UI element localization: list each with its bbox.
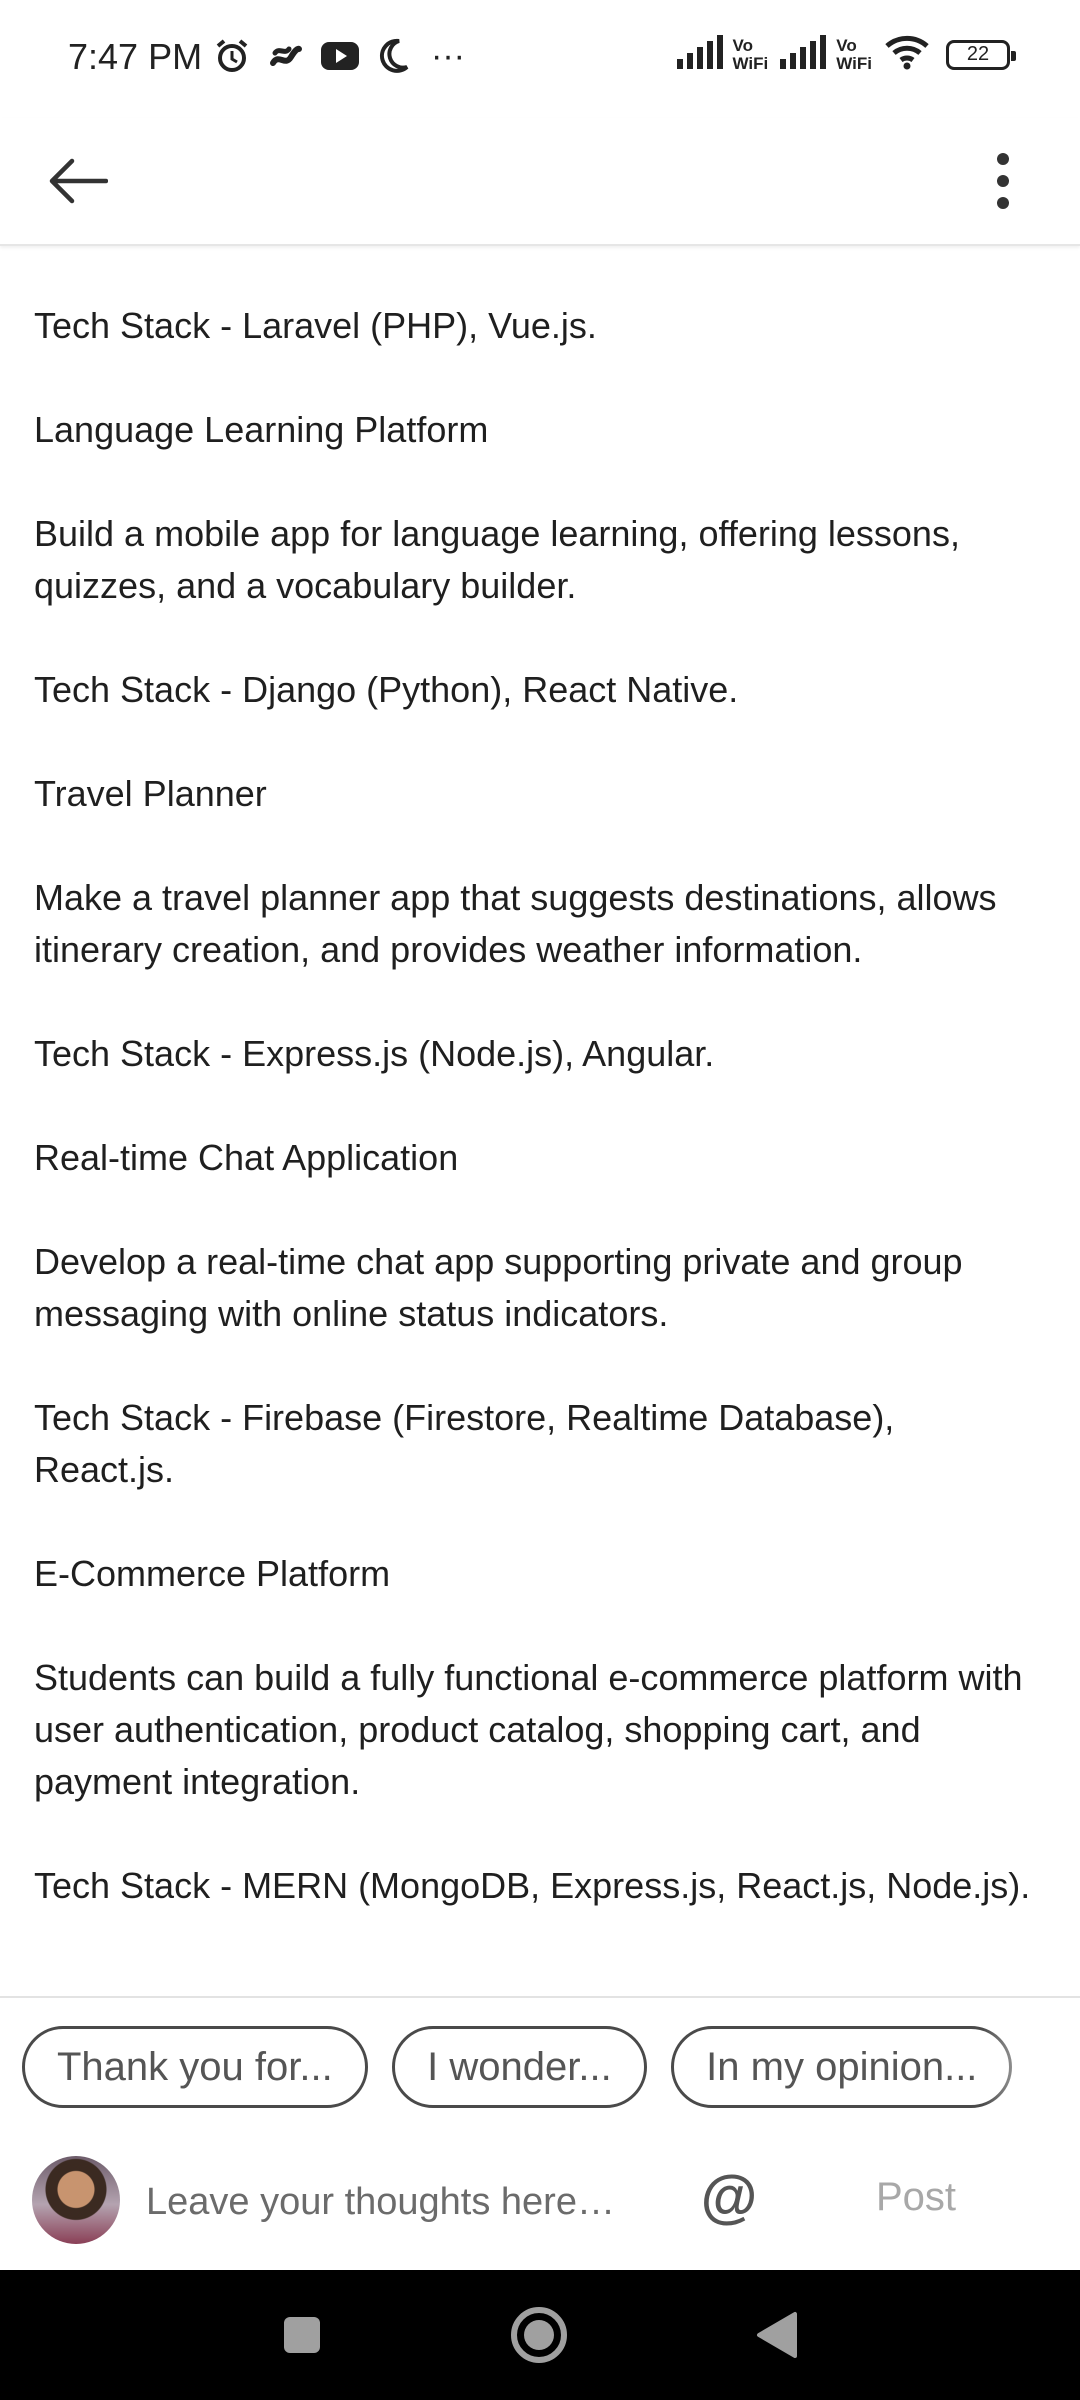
home-button[interactable] [504, 2300, 574, 2370]
divider [0, 1996, 1080, 1998]
paragraph: Develop a real-time chat app supporting … [34, 1241, 963, 1334]
paragraph: Travel Planner [34, 773, 267, 814]
swirl-app-icon [266, 36, 306, 76]
chip-i-wonder[interactable]: I wonder... [392, 2026, 647, 2108]
notification-icons: ··· [212, 36, 468, 76]
paragraph: Tech Stack - Laravel (PHP), Vue.js. [34, 305, 597, 346]
paragraph: Make a travel planner app that suggests … [34, 877, 997, 970]
comment-composer: @ Post [0, 2140, 1080, 2266]
alarm-icon [212, 36, 252, 76]
app-bar [0, 118, 1080, 246]
vertical-dots-icon [997, 153, 1009, 209]
article-content: Tech Stack - Laravel (PHP), Vue.js. Lang… [34, 246, 1044, 1996]
paragraph: Language Learning Platform [34, 409, 489, 450]
recents-button[interactable] [267, 2300, 337, 2370]
wifi-icon [884, 34, 930, 75]
system-nav-bar [0, 2270, 1080, 2400]
paragraph: Real-time Chat Application [34, 1137, 459, 1178]
chip-in-my-opinion[interactable]: In my opinion... [671, 2026, 1013, 2108]
post-button[interactable]: Post [856, 2162, 976, 2232]
recents-square-icon [284, 2317, 320, 2353]
signal-icon [676, 35, 727, 74]
chip-thank-you[interactable]: Thank you for... [22, 2026, 368, 2108]
status-bar: 7:47 PM ··· Vo WiFi Vo WiFi 22 [0, 0, 1080, 118]
more-dots-icon: ··· [431, 36, 465, 75]
chips-fade [982, 2026, 1062, 2112]
vowifi-label-1: Vo WiFi [732, 35, 769, 73]
battery-level: 22 [966, 43, 990, 65]
comment-input[interactable] [144, 2166, 668, 2238]
paragraph: Students can build a fully functional e-… [34, 1657, 1023, 1802]
mention-button[interactable]: @ [696, 2162, 762, 2232]
vowifi-label-2: Vo WiFi [836, 35, 872, 73]
back-triangle-icon [757, 2312, 797, 2358]
moon-icon [374, 36, 414, 76]
paragraph: E-Commerce Platform [34, 1553, 391, 1594]
paragraph: Tech Stack - Express.js (Node.js), Angul… [34, 1033, 715, 1074]
suggestion-chips: Thank you for... I wonder... In my opini… [22, 2026, 1062, 2112]
avatar[interactable] [32, 2156, 120, 2244]
paragraph: Build a mobile app for language learning… [34, 513, 960, 606]
more-options-button[interactable] [962, 140, 1044, 222]
arrow-left-icon [49, 158, 108, 204]
paragraph: Tech Stack - MERN (MongoDB, Express.js, … [34, 1865, 1031, 1906]
back-button[interactable] [36, 140, 118, 222]
paragraph: Tech Stack - Django (Python), React Nati… [34, 669, 739, 710]
home-circle-icon [511, 2307, 567, 2363]
paragraph: Tech Stack - Firebase (Firestore, Realti… [34, 1397, 895, 1490]
youtube-icon [320, 36, 360, 76]
status-right-icons: Vo WiFi Vo WiFi 22 [676, 34, 1016, 75]
status-time: 7:47 PM [68, 36, 203, 77]
nav-back-button[interactable] [742, 2300, 812, 2370]
battery-icon: 22 [946, 39, 1016, 70]
signal-icon-2 [780, 35, 830, 74]
